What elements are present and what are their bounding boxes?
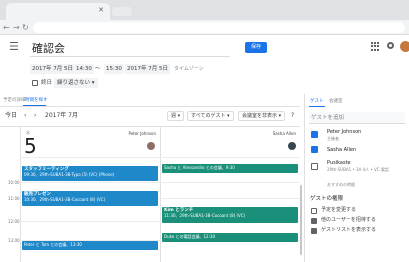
tab-strip: ✕ <box>0 0 409 20</box>
chevron-right-icon[interactable]: › <box>34 111 36 121</box>
chevron-down-icon: ▾ <box>91 80 95 86</box>
permission-label: 他のユーザーを招待する <box>321 217 376 223</box>
permission-label: 予定を変更する <box>321 207 357 213</box>
avatar <box>147 142 155 150</box>
back-icon[interactable]: ← <box>3 22 10 33</box>
close-icon[interactable]: ☰ <box>9 41 19 53</box>
close-icon[interactable]: ✕ <box>98 6 104 14</box>
hour-label: 10:00 <box>8 180 20 185</box>
column-divider <box>160 126 161 262</box>
apps-grid-icon[interactable] <box>371 42 380 51</box>
hour-label: 12:00 <box>8 219 20 224</box>
address-bar[interactable] <box>33 22 405 33</box>
event-title: Duke との電話会議、12:30 <box>164 234 216 239</box>
browser-window: ✕ ← → ↻ ☰ 確認会 保存 2017年 7月 5日 14:30 ～ 15:… <box>0 0 409 262</box>
end-time-field[interactable]: 15:30 <box>104 64 124 74</box>
browser-toolbar: ← → ↻ <box>0 20 409 35</box>
view-select[interactable]: 週 ▾ <box>167 111 185 121</box>
tab-rooms[interactable]: 会議室 <box>329 98 343 106</box>
calendar-event[interactable]: 販売プレゼン 10:30、29th-SUBA1-3B-Cocoant (8) (… <box>22 191 158 206</box>
reload-icon[interactable]: ↻ <box>22 22 29 33</box>
today-button[interactable]: 今日 <box>5 111 17 121</box>
save-button[interactable]: 保存 <box>245 42 267 53</box>
add-guests-input[interactable]: ゲストを追加 <box>309 112 405 124</box>
chevron-left-icon[interactable]: ‹ <box>24 111 26 121</box>
guests-filter-value: すべてのゲスト <box>191 113 226 119</box>
day-number: 5 <box>24 134 37 158</box>
hour-line <box>20 182 300 183</box>
person-column-header: Peter Johnson <box>128 131 156 136</box>
permission-checkbox[interactable] <box>311 228 317 234</box>
guest-checkbox[interactable] <box>311 131 318 138</box>
calendar-event[interactable]: Duke との電話会議、12:30 <box>162 233 298 242</box>
permission-checkbox[interactable] <box>311 218 317 224</box>
guest-role: 主催者 <box>327 136 339 141</box>
event-title-input[interactable]: 確認会 <box>30 42 230 57</box>
calendar-event[interactable]: Kim とランチ 11:30、29th-SUBA1-3B-Cocoant (8)… <box>162 207 298 223</box>
start-date-field[interactable]: 2017年 7月 5日 <box>30 64 75 74</box>
hour-label: 11:00 <box>8 196 20 201</box>
permission-checkbox[interactable] <box>311 208 317 214</box>
forward-icon[interactable]: → <box>13 22 20 33</box>
timezone-link[interactable]: タイムゾーン <box>174 64 204 74</box>
guest-name: Peter Johnson <box>327 129 362 135</box>
permission-label: ゲストリストを表示する <box>321 227 377 233</box>
guest-name: Sasha Allen <box>327 147 357 153</box>
repeat-select[interactable]: 繰り返さない ▾ <box>54 78 98 88</box>
tab-find-time[interactable]: 時間を探す <box>25 97 48 105</box>
divider <box>0 106 300 107</box>
view-value: 週 <box>171 113 177 119</box>
room-details: 29th-SUBA1 • 3A 4人 • VC 電話 <box>327 167 389 172</box>
tab-guests[interactable]: ゲスト <box>310 98 324 106</box>
event-detail: 10:30、29th-SUBA1-3B-Cocoant (8) (VC) <box>24 197 106 202</box>
person-column-header: Sasha Allen <box>272 131 296 136</box>
all-day-checkbox[interactable] <box>32 80 38 86</box>
rooms-filter-select[interactable]: 会議室を非表示 ▾ <box>238 111 286 121</box>
calendar-event[interactable]: Sasha と Alessandro との会議、9:30 <box>162 164 298 173</box>
hour-line <box>20 157 300 158</box>
event-detail: 11:30、29th-SUBA1-3B-Cocoant (8) (VC) <box>164 213 246 218</box>
repeat-value: 繰り返さない <box>57 80 91 86</box>
event-title: Sasha と Alessandro との会議、9:30 <box>164 165 235 170</box>
event-title: Peter と Tom との会議、13:30 <box>24 242 82 247</box>
active-tab-indicator <box>309 106 325 107</box>
time-separator: ～ <box>95 66 101 72</box>
column-divider <box>20 126 21 262</box>
panel-divider <box>304 94 305 262</box>
permissions-title: ゲストの権限 <box>310 196 344 202</box>
hour-label: 13:00 <box>8 238 20 243</box>
guest-checkbox[interactable] <box>311 146 318 153</box>
guest-checkbox[interactable] <box>311 163 318 170</box>
all-day-label: 終日 <box>41 80 53 86</box>
calendar-event[interactable]: Peter と Tom との会議、13:30 <box>22 241 158 250</box>
calendar-event[interactable]: スタッフミーティング 09:30、29th-SUBA1-3B-Typo (5) … <box>22 166 158 181</box>
new-tab-button[interactable] <box>112 7 132 16</box>
start-time-field[interactable]: 14:30 <box>74 64 94 74</box>
avatar <box>288 142 296 150</box>
month-label: 2017年 7月 <box>45 112 78 119</box>
end-date-field[interactable]: 2017年 7月 5日 <box>125 64 170 74</box>
notifications-icon[interactable] <box>387 42 394 49</box>
guests-filter-select[interactable]: すべてのゲスト ▾ <box>187 111 234 121</box>
rooms-filter-value: 会議室を非表示 <box>242 113 278 119</box>
browser-tab[interactable]: ✕ <box>6 3 110 20</box>
event-detail: 09:30、29th-SUBA1-3B-Typo (5) (VC) (Phone… <box>24 172 115 177</box>
help-icon[interactable]: ? <box>291 111 294 121</box>
guest-name: Pusikaste <box>327 160 351 166</box>
avatar[interactable] <box>400 41 409 52</box>
scrollbar[interactable] <box>300 185 302 255</box>
tab-event-details[interactable]: 予定の詳細 <box>3 97 26 105</box>
suggested-times-link[interactable]: おすすめの時間 <box>327 182 355 187</box>
